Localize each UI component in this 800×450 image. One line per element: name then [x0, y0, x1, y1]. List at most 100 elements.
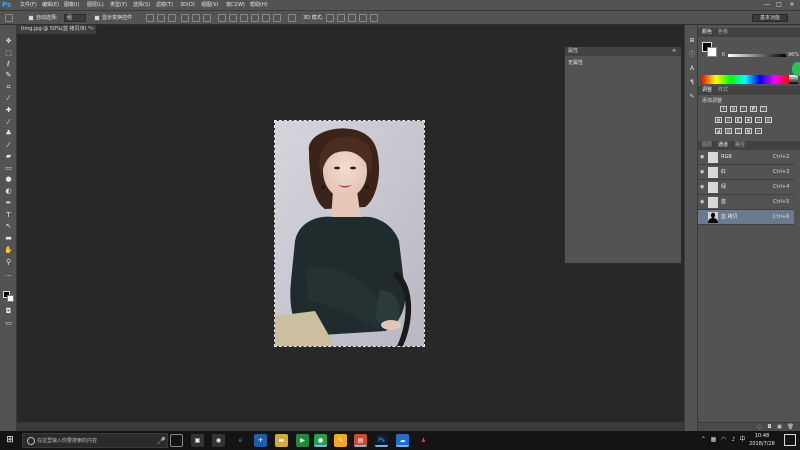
channel-row-blue[interactable]: ◉ 蓝 Ctrl+5 [698, 195, 794, 210]
hand-tool-icon[interactable]: ✋ [4, 246, 13, 255]
character-icon[interactable]: A [688, 65, 696, 73]
quick-select-tool-icon[interactable]: ✎ [4, 71, 13, 80]
history-brush-tool-icon[interactable]: ⁄ [4, 141, 13, 150]
panel-menu-icon[interactable]: ≡ [672, 47, 676, 56]
document-tab[interactable]: timg.jpg @ 50%(蓝 拷贝/8) * × [17, 25, 97, 34]
tab-layers[interactable]: 图层 [702, 141, 712, 150]
background-color-swatch[interactable] [7, 295, 14, 302]
history-icon[interactable]: ⊞ [688, 37, 696, 45]
tab-styles[interactable]: 样式 [718, 86, 728, 95]
color-balance-icon[interactable]: ⚖ [725, 117, 732, 123]
brightness-icon[interactable]: ☀ [720, 106, 727, 112]
clock-time[interactable]: 10:48 [750, 433, 774, 439]
exposure-icon[interactable]: ◩ [750, 106, 757, 112]
show-hidden-icons[interactable]: ⌃ [700, 436, 707, 443]
menu-image[interactable]: 图像(I) [64, 0, 79, 11]
threshold-icon[interactable]: ◫ [735, 128, 742, 134]
curves-icon[interactable]: ∿ [740, 106, 747, 112]
clone-stamp-tool-icon[interactable]: ♣ [4, 129, 13, 138]
menu-file[interactable]: 文件(F) [20, 0, 37, 11]
eye-icon[interactable]: ◉ [700, 154, 706, 160]
distribute-right-icon[interactable] [273, 14, 281, 22]
ie-icon[interactable]: ✈ [254, 434, 267, 447]
k-slider[interactable] [728, 54, 786, 57]
blur-tool-icon[interactable]: ● [4, 175, 13, 184]
auto-select-dropdown[interactable]: 组 [64, 14, 86, 22]
search-box[interactable]: 在这里输入你要搜索的内容 🎤 [22, 433, 168, 448]
screen-mode-icon[interactable]: ▭ [4, 319, 13, 328]
auto-align-icon[interactable] [288, 14, 296, 22]
notification-icon[interactable] [784, 434, 796, 446]
rectangle-tool-icon[interactable]: ▬ [4, 234, 13, 243]
menu-select[interactable]: 选择(S) [133, 0, 150, 11]
menu-window[interactable]: 窗口(W) [226, 0, 245, 11]
levels-icon[interactable]: ▥ [730, 106, 737, 112]
volume-icon[interactable]: ♪ [730, 436, 737, 443]
vibrance-icon[interactable]: ▽ [760, 106, 767, 112]
wifi-icon[interactable]: ◠ [720, 436, 727, 443]
edge-icon[interactable]: e [234, 434, 247, 447]
trash-icon[interactable]: 🗑 [787, 424, 794, 431]
distribute-hcenter-icon[interactable] [262, 14, 270, 22]
eye-icon[interactable]: ◉ [700, 184, 706, 190]
tab-channels[interactable]: 通道 [718, 141, 728, 150]
align-vcenter-icon[interactable] [157, 14, 165, 22]
path-select-tool-icon[interactable]: ↖ [4, 222, 13, 231]
3d-rotate-icon[interactable] [326, 14, 334, 22]
clock-date[interactable]: 2018/7/28 [747, 441, 777, 447]
posterize-icon[interactable]: ▨ [725, 128, 732, 134]
properties-title[interactable]: 属性 [568, 47, 578, 56]
eye-icon[interactable] [700, 214, 706, 220]
channel-row-red[interactable]: ◉ 红 Ctrl+3 [698, 165, 794, 180]
distribute-bottom-icon[interactable] [240, 14, 248, 22]
eyedropper-tool-icon[interactable]: ⁄ [4, 94, 13, 103]
menu-type[interactable]: 类型(Y) [110, 0, 127, 11]
quick-mask-icon[interactable]: ◘ [4, 307, 13, 316]
document-close-icon[interactable]: × [90, 25, 94, 34]
network-icon[interactable]: ▦ [710, 436, 717, 443]
photo-filter-icon[interactable]: ◉ [745, 117, 752, 123]
3d-scale-icon[interactable] [370, 14, 378, 22]
distribute-left-icon[interactable] [251, 14, 259, 22]
align-hcenter-icon[interactable] [192, 14, 200, 22]
align-bottom-icon[interactable] [168, 14, 176, 22]
align-right-icon[interactable] [203, 14, 211, 22]
distribute-top-icon[interactable] [218, 14, 226, 22]
move-tool-icon[interactable] [5, 14, 13, 22]
document-image[interactable] [274, 120, 425, 347]
zoom-tool-icon[interactable]: ⚲ [4, 258, 13, 267]
type-tool-icon[interactable]: T [4, 211, 13, 220]
new-channel-icon[interactable]: ▣ [776, 424, 783, 431]
paragraph-icon[interactable]: ¶ [688, 79, 696, 87]
align-top-icon[interactable] [146, 14, 154, 22]
lasso-tool-icon[interactable]: ℓ [4, 60, 13, 69]
menu-edit[interactable]: 编辑(E) [42, 0, 59, 11]
red-app-icon[interactable]: ▤ [354, 434, 367, 447]
notes-app-icon[interactable]: ✎ [334, 434, 347, 447]
channel-row-green[interactable]: ◉ 绿 Ctrl+4 [698, 180, 794, 195]
selective-color-icon[interactable]: ▩ [745, 128, 752, 134]
tab-swatches[interactable]: 色板 [718, 28, 728, 37]
file-explorer-icon[interactable]: ▬ [275, 434, 288, 447]
microphone-icon[interactable]: 🎤 [157, 436, 166, 446]
crop-tool-icon[interactable]: ⌗ [4, 83, 13, 92]
tab-color[interactable]: 颜色 [702, 28, 712, 37]
cloud-app-icon[interactable]: ☁ [396, 434, 409, 447]
channel-mixer-icon[interactable]: ◎ [755, 117, 762, 123]
load-selection-icon[interactable]: ◌ [756, 424, 763, 431]
media-app-icon[interactable]: ◉ [212, 434, 225, 447]
auto-select-checkbox[interactable] [28, 15, 34, 21]
black-white-icon[interactable]: ◧ [735, 117, 742, 123]
3d-roll-icon[interactable] [337, 14, 345, 22]
workspace-dropdown[interactable]: 基本功能 [752, 14, 788, 22]
hue-saturation-icon[interactable]: ▦ [715, 117, 722, 123]
photoshop-taskbar-icon[interactable]: Ps [375, 434, 388, 447]
menu-filter[interactable]: 滤镜(T) [156, 0, 173, 11]
show-transform-checkbox[interactable] [94, 15, 100, 21]
edit-toolbar-icon[interactable]: … [4, 270, 13, 279]
3d-slide-icon[interactable] [359, 14, 367, 22]
menu-3d[interactable]: 3D(D) [180, 0, 195, 11]
menu-view[interactable]: 视图(V) [201, 0, 218, 11]
invert-icon[interactable]: ◪ [715, 128, 722, 134]
gradient-tool-icon[interactable]: ▭ [4, 164, 13, 173]
